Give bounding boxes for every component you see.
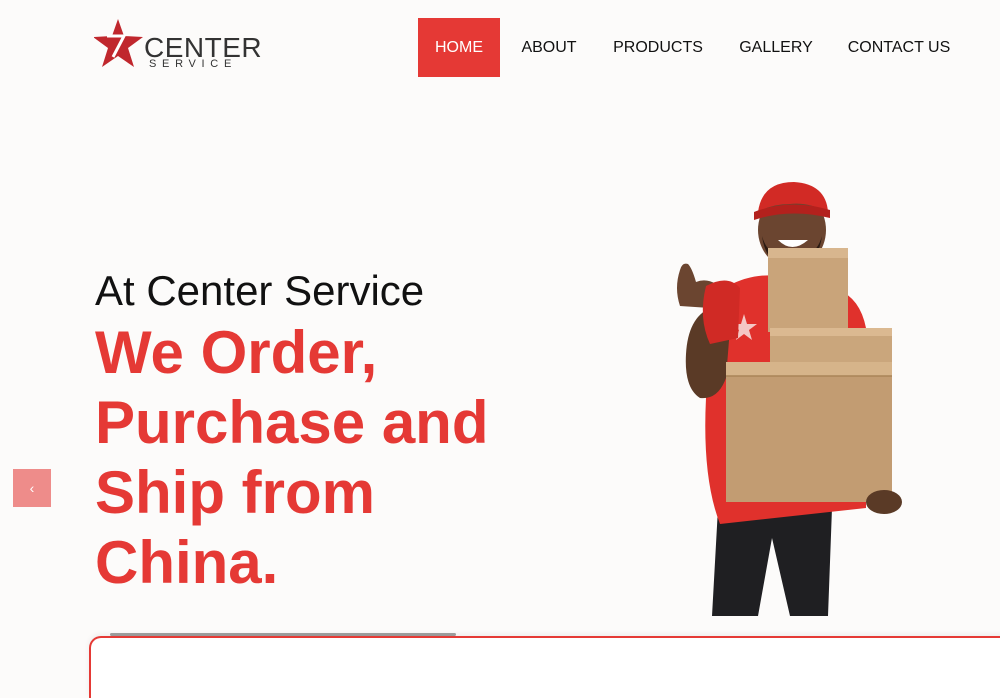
nav-home[interactable]: HOME [418, 18, 500, 77]
hero-title-line-4: China. [95, 529, 279, 596]
nav-contact-us[interactable]: CONTACT US [842, 18, 956, 77]
site-logo[interactable]: CENTER SERVICE [94, 17, 274, 75]
content-card-edge [89, 636, 1000, 698]
hero-intro: At Center Service [95, 267, 425, 314]
hero-title-line-1: We Order, [95, 319, 378, 386]
nav-gallery[interactable]: GALLERY [732, 18, 820, 77]
hero-title-line-2: Purchase and [95, 389, 489, 456]
hero-delivery-man-image [677, 182, 902, 616]
slider-prev-button[interactable]: ‹ [13, 469, 51, 507]
nav-products[interactable]: PRODUCTS [608, 18, 708, 77]
logo-subtitle: SERVICE [149, 58, 237, 70]
hero-title-line-3: Ship from [95, 459, 375, 526]
star-logo-icon [94, 19, 143, 67]
nav-about[interactable]: ABOUT [512, 18, 586, 77]
chevron-left-icon: ‹ [29, 480, 35, 496]
